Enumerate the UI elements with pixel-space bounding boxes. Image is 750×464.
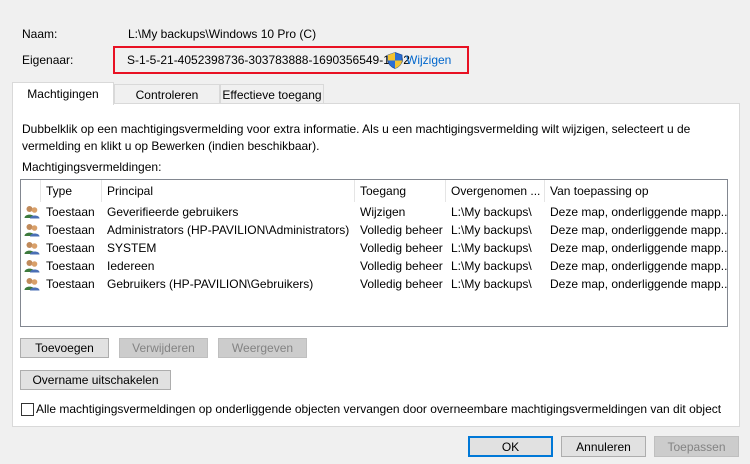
table-cell: Volledig beheer (360, 241, 443, 255)
row-icon-cell (24, 275, 42, 293)
table-row[interactable]: Toestaan SYSTEM Volledig beheer L:\My backu… (21, 239, 728, 257)
view-button[interactable]: Weergeven (218, 338, 307, 358)
disable-inheritance-button[interactable]: Overname uitschakelen (20, 370, 171, 390)
tab-strip: Machtigingen Controleren Effectieve toeg… (12, 82, 740, 105)
tab-permissions[interactable]: Machtigingen (12, 82, 114, 105)
users-icon (24, 224, 40, 237)
tab-auditing-label: Controleren (135, 87, 199, 102)
uac-shield-icon (387, 51, 403, 69)
users-icon (24, 260, 40, 273)
table-cell: Volledig beheer (360, 223, 443, 237)
column-header-icon (21, 180, 41, 202)
users-icon (24, 242, 40, 255)
table-cell: L:\My backups\ (451, 277, 532, 291)
cancel-button[interactable]: Annuleren (561, 436, 646, 457)
table-row[interactable]: Toestaan Gebruikers (HP-PAVILION\Gebruike… (21, 275, 728, 293)
tab-permissions-label: Machtigingen (27, 87, 99, 101)
table-cell: Geverifieerde gebruikers (107, 205, 239, 219)
table-cell: Deze map, onderliggende mapp... (550, 241, 728, 255)
row-icon-cell (24, 257, 42, 275)
table-cell: SYSTEM (107, 241, 157, 255)
column-header-inherited-from[interactable]: Overgenomen ... (446, 180, 545, 202)
table-cell: L:\My backups\ (451, 223, 532, 237)
permission-entries-list[interactable]: Type Principal Toegang Overgenomen ... V… (20, 179, 728, 327)
owner-value: S-1-5-21-4052398736-303783888-1690356549… (127, 53, 410, 67)
table-cell: Toestaan (46, 277, 95, 291)
apply-button[interactable]: Toepassen (654, 436, 739, 457)
table-cell: L:\My backups\ (451, 205, 532, 219)
tab-auditing[interactable]: Controleren (114, 84, 220, 104)
column-header-type-label: Type (46, 184, 73, 198)
column-header-applies-to-label: Van toepassing op (550, 184, 649, 198)
row-icon-cell (24, 221, 42, 239)
table-cell: Wijzigen (360, 205, 406, 219)
table-cell: Deze map, onderliggende mapp... (550, 223, 728, 237)
table-cell: Deze map, onderliggende mapp... (550, 259, 728, 273)
replace-child-permissions-label: Alle machtigingsvermeldingen op onderlig… (36, 402, 722, 416)
row-icon-cell (24, 203, 42, 221)
column-header-principal[interactable]: Principal (102, 180, 355, 202)
table-cell: Toestaan (46, 205, 95, 219)
table-row[interactable]: Toestaan Iedereen Volledig beheer L:\My bac… (21, 257, 728, 275)
table-row[interactable]: Toestaan Geverifieerde gebruikers Wijzigen… (21, 203, 728, 221)
table-cell: L:\My backups\ (451, 241, 532, 255)
info-text: Dubbelklik op een machtigingsvermelding … (22, 122, 691, 153)
table-cell: Toestaan (46, 223, 95, 237)
column-header-inherited-from-label: Overgenomen ... (451, 184, 541, 198)
tab-effective-access-label: Effectieve toegang (222, 87, 322, 102)
table-cell: Iedereen (107, 259, 155, 273)
change-owner-link[interactable]: Wijzigen (387, 51, 451, 69)
remove-button[interactable]: Verwijderen (119, 338, 208, 358)
column-header-type[interactable]: Type (41, 180, 102, 202)
table-cell: Toestaan (46, 259, 95, 273)
owner-label: Eigenaar: (22, 53, 74, 67)
column-header-access-label: Toegang (360, 184, 407, 198)
tab-effective-access[interactable]: Effectieve toegang (220, 84, 324, 104)
permission-entries-label: Machtigingsvermeldingen: (22, 160, 162, 174)
table-cell: Gebruikers (HP-PAVILION\Gebruikers) (107, 277, 314, 291)
table-cell: Toestaan (46, 241, 95, 255)
column-header-principal-label: Principal (107, 184, 154, 198)
table-cell: Deze map, onderliggende mapp... (550, 277, 728, 291)
name-label: Naam: (22, 27, 58, 41)
users-icon (24, 206, 40, 219)
row-icon-cell (24, 239, 42, 257)
column-header-access[interactable]: Toegang (355, 180, 446, 202)
table-row[interactable]: Toestaan Administrators (HP-PAVILION\Admi… (21, 221, 728, 239)
replace-child-permissions-checkbox[interactable] (21, 403, 34, 416)
column-header-applies-to[interactable]: Van toepassing op (545, 180, 727, 202)
table-cell: Volledig beheer (360, 277, 443, 291)
users-icon (24, 278, 40, 291)
table-cell: L:\My backups\ (451, 259, 532, 273)
ok-button[interactable]: OK (468, 436, 553, 457)
table-cell: Volledig beheer (360, 259, 443, 273)
change-owner-link-label: Wijzigen (406, 53, 452, 67)
add-button[interactable]: Toevoegen (20, 338, 109, 358)
name-value: L:\My backups\Windows 10 Pro (C) (128, 27, 317, 41)
table-cell: Administrators (HP-PAVILION\Administrato… (107, 223, 350, 237)
table-cell: Deze map, onderliggende mapp... (550, 205, 728, 219)
